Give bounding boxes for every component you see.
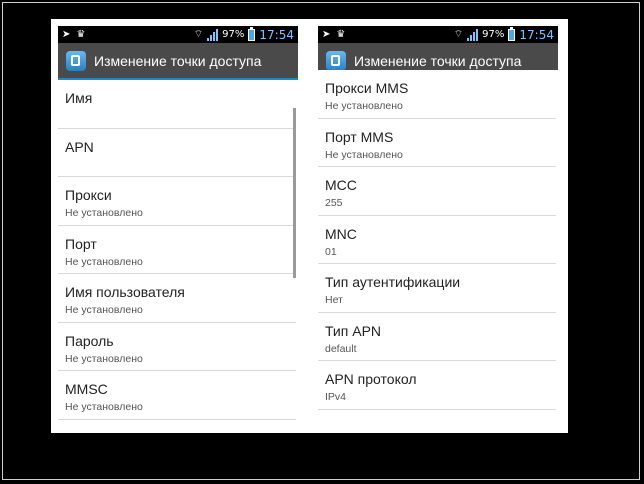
apn-settings-list: Имя APN Прокси Не установлено Порт Не ус…	[58, 80, 298, 420]
wifi-icon: ⌔	[193, 29, 204, 40]
list-item-proxy[interactable]: Прокси Не установлено	[58, 177, 296, 226]
scrollbar[interactable]	[293, 108, 296, 278]
wifi-icon: ⌔	[453, 29, 464, 40]
clock: 17:54	[259, 27, 294, 42]
item-value: Не установлено	[65, 352, 143, 365]
list-item-username[interactable]: Имя пользователя Не установлено	[58, 274, 296, 323]
item-value: 01	[325, 245, 337, 258]
list-item-mcc[interactable]: MCC 255	[318, 167, 556, 216]
list-item-auth-type[interactable]: Тип аутентификации Нет	[318, 264, 556, 313]
item-title: Пароль	[65, 332, 114, 349]
list-item-port[interactable]: Порт Не установлено	[58, 226, 296, 274]
item-value: default	[325, 342, 357, 355]
item-title: MCC	[325, 177, 357, 193]
item-title: Порт MMS	[325, 128, 394, 145]
signal-icon	[467, 28, 479, 41]
left-phone-screen: ➤ ♛ ⌔ 97% 17:54 Изменение точки доступа …	[58, 26, 298, 431]
item-title: Имя	[65, 90, 93, 106]
item-value: Не установлено	[65, 304, 143, 316]
list-item-apn[interactable]: APN	[58, 129, 296, 177]
status-bar: ➤ ♛ ⌔ 97% 17:54	[318, 26, 558, 43]
item-title: Тип аутентификации	[325, 274, 461, 290]
item-title: APN	[65, 138, 94, 155]
apn-settings-icon[interactable]	[326, 50, 346, 71]
list-item-mnc[interactable]: MNC 01	[318, 216, 556, 264]
page-title: Изменение точки доступа	[354, 52, 522, 69]
item-title: Порт	[65, 235, 97, 252]
item-value: 255	[325, 197, 343, 209]
navigation-arrow-icon: ➤	[322, 29, 331, 40]
item-title: Прокси	[65, 187, 112, 203]
battery-icon	[508, 26, 516, 41]
list-item-mms-port[interactable]: Порт MMS Не установлено	[318, 119, 556, 167]
apn-settings-icon[interactable]	[66, 50, 86, 71]
page-title: Изменение точки доступа	[94, 52, 262, 69]
item-value: Не установлено	[65, 401, 143, 413]
crown-icon: ♛	[336, 29, 346, 40]
item-value: Не установлено	[325, 148, 403, 161]
item-title: MMSC	[65, 381, 108, 397]
item-title: Прокси MMS	[325, 80, 409, 96]
crown-icon: ♛	[76, 29, 86, 40]
item-title: Тип APN	[325, 322, 382, 339]
item-title: APN протокол	[325, 371, 417, 387]
action-bar: Изменение точки доступа	[58, 43, 298, 80]
item-value: Не установлено	[65, 255, 143, 268]
battery-icon	[248, 26, 256, 41]
item-value: Не установлено	[65, 207, 143, 219]
apn-settings-list: Прокси MMS Не установлено Порт MMS Не ус…	[318, 70, 558, 410]
list-item-apn-type[interactable]: Тип APN default	[318, 313, 556, 361]
item-value: IPv4	[325, 391, 347, 403]
list-item-apn-protocol[interactable]: APN протокол IPv4	[318, 361, 556, 410]
item-title: MNC	[325, 225, 357, 242]
status-bar: ➤ ♛ ⌔ 97% 17:54	[58, 26, 298, 43]
clock: 17:54	[519, 27, 554, 42]
battery-percent: 97%	[222, 29, 245, 40]
item-title: Имя пользователя	[65, 284, 185, 300]
battery-percent: 97%	[482, 29, 505, 40]
list-item-password[interactable]: Пароль Не установлено	[58, 323, 296, 371]
list-item-name[interactable]: Имя	[58, 80, 296, 129]
list-item-mmsc[interactable]: MMSC Не установлено	[58, 371, 296, 420]
navigation-arrow-icon: ➤	[62, 29, 71, 40]
list-item-mms-proxy[interactable]: Прокси MMS Не установлено	[318, 70, 556, 119]
item-value: Нет	[325, 294, 343, 306]
right-phone-screen: ➤ ♛ ⌔ 97% 17:54 Изменение точки доступа …	[318, 26, 558, 431]
signal-icon	[207, 28, 219, 41]
item-value: Не установлено	[325, 100, 403, 112]
